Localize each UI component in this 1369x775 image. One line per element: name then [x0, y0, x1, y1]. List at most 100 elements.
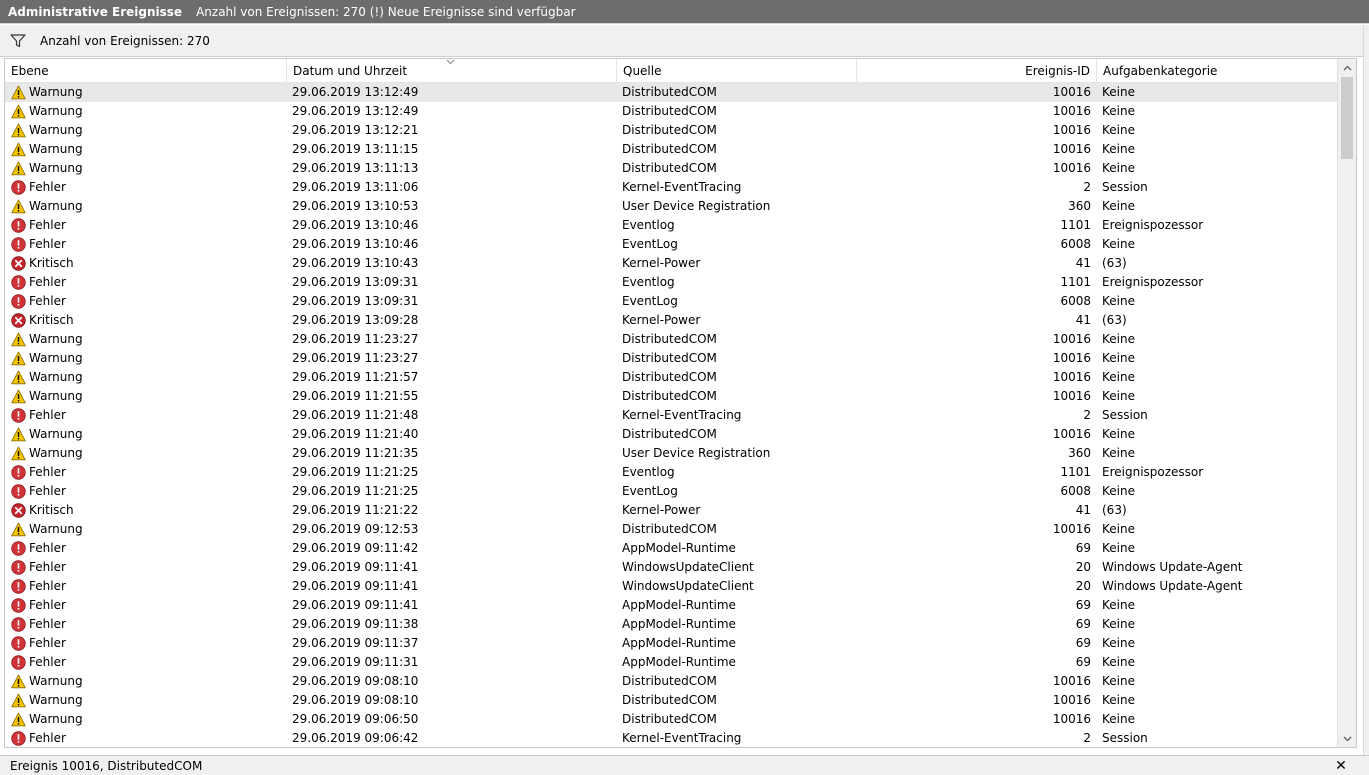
table-row[interactable]: Fehler 29.06.2019 09:11:37 AppModel-Runtim…	[5, 634, 1337, 653]
table-row[interactable]: Fehler 29.06.2019 09:11:41 WindowsUpdateCl…	[5, 558, 1337, 577]
table-row[interactable]: Warnung 29.06.2019 09:06:50 DistributedCOM…	[5, 710, 1337, 729]
event-id-cell: 1101	[1060, 218, 1091, 232]
category-cell: (63)	[1102, 313, 1127, 327]
table-row[interactable]: Fehler 29.06.2019 09:06:42 Kernel-EventTra…	[5, 729, 1337, 747]
table-row[interactable]: Kritisch 29.06.2019 13:10:43 Kernel-Power 4…	[5, 254, 1337, 273]
table-row[interactable]: Fehler 29.06.2019 11:21:48 Kernel-EventTra…	[5, 406, 1337, 425]
source-cell: AppModel-Runtime	[622, 617, 736, 631]
category-cell: Keine	[1102, 655, 1135, 669]
table-row[interactable]: Warnung 29.06.2019 11:21:40 DistributedCOM…	[5, 425, 1337, 444]
event-id-cell: 69	[1075, 655, 1091, 669]
table-row[interactable]: Warnung 29.06.2019 11:23:27 DistributedCOM…	[5, 330, 1337, 349]
source-cell: WindowsUpdateClient	[622, 579, 754, 593]
date-cell: 29.06.2019 13:10:43	[292, 256, 419, 270]
column-header-level[interactable]: Ebene	[5, 59, 287, 83]
vertical-scrollbar[interactable]	[1337, 59, 1356, 747]
level-cell: Warnung	[11, 83, 281, 102]
table-row[interactable]: Fehler 29.06.2019 09:11:41 AppModel-Runtim…	[5, 596, 1337, 615]
source-cell: AppModel-Runtime	[622, 598, 736, 612]
source-cell: WindowsUpdateClient	[622, 560, 754, 574]
source-cell: Kernel-Power	[622, 256, 701, 270]
date-cell: 29.06.2019 09:11:37	[292, 636, 419, 650]
date-cell: 29.06.2019 13:12:21	[292, 123, 419, 137]
table-row[interactable]: Warnung 29.06.2019 13:12:21 DistributedCOM…	[5, 121, 1337, 140]
level-label: Warnung	[29, 123, 83, 137]
table-row[interactable]: Warnung 29.06.2019 13:11:15 DistributedCOM…	[5, 140, 1337, 159]
event-id-cell: 6008	[1060, 484, 1091, 498]
column-header-source[interactable]: Quelle	[617, 59, 857, 83]
date-cell: 29.06.2019 09:08:10	[292, 674, 419, 688]
date-cell: 29.06.2019 11:21:25	[292, 465, 419, 479]
source-cell: DistributedCOM	[622, 161, 717, 175]
level-cell: Fehler	[11, 558, 281, 577]
source-cell: Kernel-Power	[622, 503, 701, 517]
table-row[interactable]: Warnung 29.06.2019 11:23:27 DistributedCOM…	[5, 349, 1337, 368]
table-row[interactable]: Fehler 29.06.2019 13:11:06 Kernel-EventTra…	[5, 178, 1337, 197]
category-cell: Keine	[1102, 104, 1135, 118]
table-row[interactable]: Warnung 29.06.2019 13:11:13 DistributedCOM…	[5, 159, 1337, 178]
source-cell: Kernel-EventTracing	[622, 180, 742, 194]
warning-icon	[11, 389, 29, 404]
event-id-cell: 10016	[1052, 370, 1091, 384]
category-cell: Keine	[1102, 712, 1135, 726]
table-row[interactable]: Fehler 29.06.2019 09:11:41 WindowsUpdateCl…	[5, 577, 1337, 596]
scroll-down-arrow-icon[interactable]	[1338, 730, 1356, 747]
event-id-cell: 10016	[1052, 389, 1091, 403]
source-cell: DistributedCOM	[622, 332, 717, 346]
table-row[interactable]: Fehler 29.06.2019 11:21:25 Eventlog 1101 Ere…	[5, 463, 1337, 482]
table-row[interactable]: Warnung 29.06.2019 11:21:55 DistributedCOM…	[5, 387, 1337, 406]
event-id-cell: 20	[1075, 560, 1091, 574]
table-row[interactable]: Fehler 29.06.2019 09:11:31 AppModel-Runtim…	[5, 653, 1337, 672]
category-cell: Keine	[1102, 370, 1135, 384]
category-cell: Session	[1102, 408, 1148, 422]
table-row[interactable]: Kritisch 29.06.2019 11:21:22 Kernel-Power 4…	[5, 501, 1337, 520]
warning-icon	[11, 104, 29, 119]
detail-pane-header: Ereignis 10016, DistributedCOM ✕	[0, 755, 1369, 775]
critical-icon	[11, 313, 29, 328]
table-row[interactable]: Fehler 29.06.2019 11:21:25 EventLog 6008 Kei…	[5, 482, 1337, 501]
date-cell: 29.06.2019 09:11:31	[292, 655, 419, 669]
table-row[interactable]: Fehler 29.06.2019 09:11:38 AppModel-Runtim…	[5, 615, 1337, 634]
table-row[interactable]: Warnung 29.06.2019 13:12:49 DistributedCOM…	[5, 83, 1337, 102]
table-row[interactable]: Warnung 29.06.2019 13:12:49 DistributedCOM…	[5, 102, 1337, 121]
category-cell: Keine	[1102, 674, 1135, 688]
table-row[interactable]: Kritisch 29.06.2019 13:09:28 Kernel-Power 4…	[5, 311, 1337, 330]
table-row[interactable]: Warnung 29.06.2019 09:08:10 DistributedCOM…	[5, 691, 1337, 710]
level-cell: Fehler	[11, 596, 281, 615]
level-cell: Fehler	[11, 273, 281, 292]
date-cell: 29.06.2019 13:09:28	[292, 313, 419, 327]
table-row[interactable]: Warnung 29.06.2019 09:08:10 DistributedCOM…	[5, 672, 1337, 691]
error-icon	[11, 218, 29, 233]
level-label: Fehler	[29, 560, 66, 574]
level-label: Warnung	[29, 332, 83, 346]
date-cell: 29.06.2019 11:23:27	[292, 332, 419, 346]
category-cell: Keine	[1102, 541, 1135, 555]
splitter-edge[interactable]	[1363, 25, 1369, 755]
source-cell: User Device Registration	[622, 446, 771, 460]
table-row[interactable]: Fehler 29.06.2019 09:11:42 AppModel-Runtim…	[5, 539, 1337, 558]
table-row[interactable]: Fehler 29.06.2019 13:09:31 EventLog 6008 Kei…	[5, 292, 1337, 311]
table-row[interactable]: Warnung 29.06.2019 09:12:53 DistributedCOM…	[5, 520, 1337, 539]
level-label: Fehler	[29, 180, 66, 194]
table-row[interactable]: Fehler 29.06.2019 13:10:46 Eventlog 1101 Ere…	[5, 216, 1337, 235]
date-cell: 29.06.2019 09:11:38	[292, 617, 419, 631]
table-row[interactable]: Warnung 29.06.2019 11:21:57 DistributedCOM…	[5, 368, 1337, 387]
level-label: Fehler	[29, 275, 66, 289]
table-row[interactable]: Fehler 29.06.2019 13:10:46 EventLog 6008 Kei…	[5, 235, 1337, 254]
date-cell: 29.06.2019 11:21:35	[292, 446, 419, 460]
source-cell: User Device Registration	[622, 199, 771, 213]
level-label: Fehler	[29, 218, 66, 232]
source-cell: DistributedCOM	[622, 351, 717, 365]
event-count-notice: Anzahl von Ereignissen: 270 (!) Neue Ere…	[196, 4, 576, 19]
table-row[interactable]: Fehler 29.06.2019 13:09:31 Eventlog 1101 Ere…	[5, 273, 1337, 292]
scrollbar-thumb[interactable]	[1341, 77, 1353, 159]
column-header-category[interactable]: Aufgabenkategorie	[1097, 59, 1337, 83]
scroll-up-arrow-icon[interactable]	[1338, 59, 1356, 76]
table-row[interactable]: Warnung 29.06.2019 11:21:35 User Device Re…	[5, 444, 1337, 463]
filter-funnel-icon[interactable]	[10, 33, 26, 48]
source-cell: Eventlog	[622, 218, 675, 232]
close-icon[interactable]: ✕	[1333, 757, 1349, 775]
event-id-cell: 6008	[1060, 294, 1091, 308]
column-header-event-id[interactable]: Ereignis-ID	[857, 59, 1097, 83]
table-row[interactable]: Warnung 29.06.2019 13:10:53 User Device Re…	[5, 197, 1337, 216]
